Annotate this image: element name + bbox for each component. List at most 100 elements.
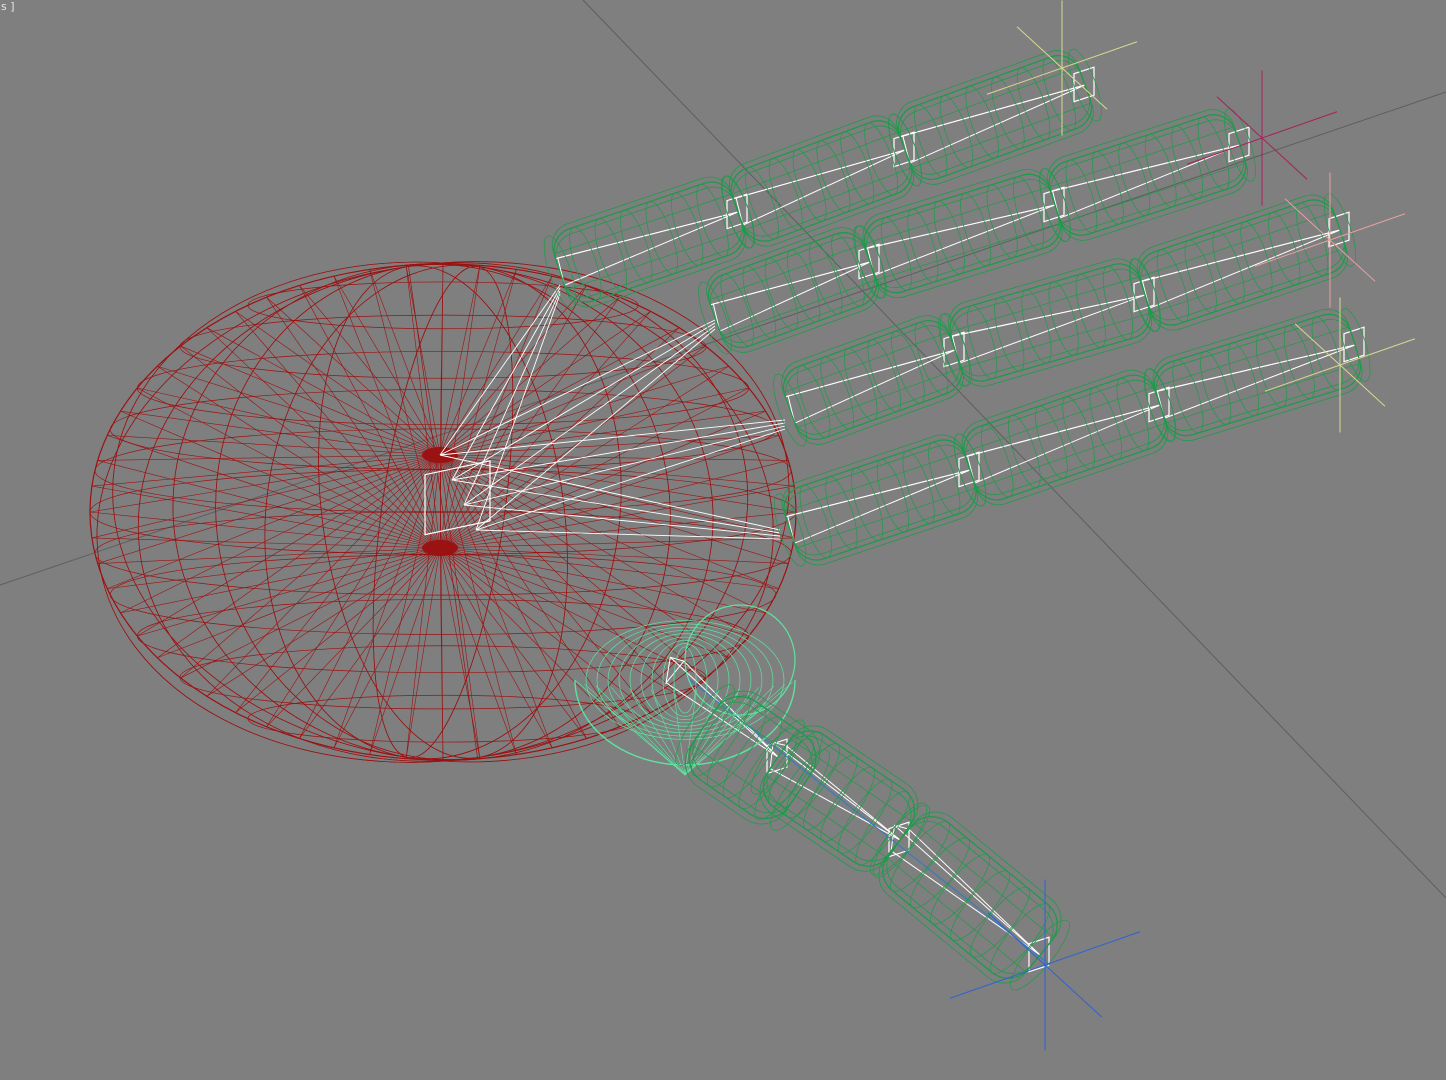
sphere-spoke [439,485,795,549]
sphere-spoke [439,269,517,456]
sphere-spoke [235,311,441,549]
finger-chain-3 [773,193,1357,447]
finger-2-link-1 [709,243,880,332]
viewport-perspective[interactable]: s ] [0,0,1446,1080]
wrist-meridian [584,683,686,776]
sphere-parallel [179,645,707,710]
bone-ring [950,870,1010,941]
bone-edge [913,822,1055,939]
finger-3-link-2 [950,276,1155,364]
finger-chain-2 [698,108,1256,355]
bone-ring [1184,239,1217,313]
bone-edge [1165,362,1361,424]
sphere-spoke [439,454,517,755]
sphere-spoke [439,410,766,456]
bone-ring [1075,273,1106,348]
bone-link [787,469,971,517]
bone-tip-frame [1148,386,1170,423]
sphere-spoke [439,547,749,637]
bone-ring [799,484,832,558]
bone-ring [1021,289,1052,364]
bone-ring [1102,265,1133,340]
finger-3-link-3 [1139,211,1350,309]
sphere-spoke [120,410,441,456]
sphere-spoke [137,547,441,637]
bone-ring [991,76,1025,150]
finger-4-segment-3 [1144,308,1371,442]
bone-ring [851,467,884,541]
bone-edge [790,738,913,823]
bone-edge [553,193,733,255]
bone-ring [825,476,858,550]
tip-helper-finger-2 [1186,70,1338,206]
sphere-spoke [439,327,680,456]
bone-geometry [1144,308,1371,442]
bone-ring [970,886,1030,958]
thumb-bone-chain[interactable] [663,672,1081,1001]
sphere-spoke [439,454,706,679]
bone-geometry [773,433,987,567]
finger-4-link-3 [1155,326,1365,419]
finger-3-link-1 [784,331,965,424]
bone-ring [1283,325,1315,399]
sphere-spoke [369,269,441,456]
finger-chain-4 [773,308,1371,567]
sphere-spoke [235,547,441,713]
bone-ring [1065,159,1098,234]
bone-link [557,211,739,259]
bone-ring [928,442,961,516]
sphere-spoke [439,547,651,713]
bone-tip-frame [1228,126,1250,163]
bone-tip-frame [1043,186,1065,223]
sphere-spoke [206,454,441,697]
bone-shell [963,374,1167,501]
sphere-spoke [266,297,441,456]
sphere-spoke [439,387,749,456]
bone-edge [1060,162,1246,224]
bone-edge [911,102,1092,169]
sphere-spoke [439,547,620,727]
bone-ring [994,297,1025,372]
bone-ring [1200,351,1232,425]
bone-ring [880,217,912,291]
point-helpers[interactable] [949,0,1416,1051]
sphere-spoke [439,454,789,564]
bone-ring [1255,333,1287,408]
bone-ring [1156,249,1189,323]
wrist-meridian [577,681,686,776]
bone-edge [976,422,1167,489]
bone-link [794,469,971,544]
bone-shell [882,816,1058,979]
bone-ring [965,85,999,159]
bone-ring [1035,405,1068,479]
sphere-spoke [439,547,481,759]
tip-helper-finger-4 [1264,297,1416,433]
viewport-label[interactable]: s ] [0,0,16,13]
sphere-spoke [439,547,729,659]
sphere-spoke [439,263,444,549]
bone-ring [1048,281,1079,356]
sphere-spoke [91,485,441,549]
bone-geometry [1128,193,1357,332]
bone-edge [783,451,965,513]
bone-edge [1154,326,1350,388]
sphere-spoke [180,454,441,679]
bone-shell [759,735,912,872]
bone-edge [795,487,977,549]
sphere-spoke [235,311,441,456]
bone-ring [933,200,965,275]
sphere-parallel [179,314,707,379]
bone-ring [1296,202,1329,276]
finger-1-segment-1 [543,175,755,309]
bone-geometry [953,368,1177,507]
sphere-pole [422,540,458,556]
grid-axis-line [582,0,1446,899]
bone-ring [820,356,854,430]
bone-ring [1212,230,1245,304]
palm-sphere[interactable] [64,218,822,806]
palm-link-1 [463,290,561,506]
bone-tip-frame [1073,66,1095,103]
wireframe-scene[interactable] [0,0,1446,1080]
wrist-ring [585,620,785,740]
bone-edge [565,229,745,291]
